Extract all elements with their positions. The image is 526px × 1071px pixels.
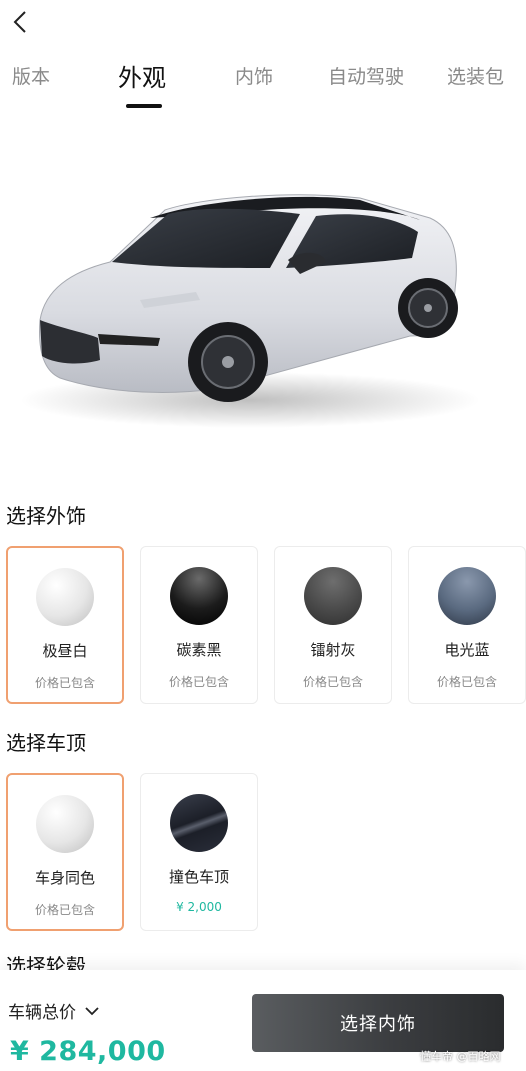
active-tab-indicator bbox=[126, 104, 162, 108]
option-name: 电光蓝 bbox=[444, 641, 490, 659]
select-interior-button[interactable]: 选择内饰 bbox=[252, 994, 504, 1052]
tab-bar: 版本 外观 内饰 自动驾驶 选装包 bbox=[0, 62, 526, 110]
option-name: 碳素黑 bbox=[176, 641, 222, 659]
option-name: 极昼白 bbox=[42, 642, 88, 660]
tab-exterior[interactable]: 外观 bbox=[118, 58, 166, 93]
exterior-option-blue[interactable]: 电光蓝 价格已包含 bbox=[408, 546, 526, 704]
color-swatch bbox=[36, 568, 94, 626]
color-swatch bbox=[170, 567, 228, 625]
option-price: 价格已包含 bbox=[34, 903, 95, 917]
color-swatch bbox=[170, 794, 228, 852]
total-price-value: ¥ 284,000 bbox=[10, 1036, 166, 1067]
option-name: 镭射灰 bbox=[310, 641, 356, 659]
roof-option-body-color[interactable]: 车身同色 价格已包含 bbox=[6, 773, 124, 931]
exterior-section-title: 选择外饰 bbox=[6, 504, 86, 528]
option-price: 价格已包含 bbox=[302, 675, 363, 689]
chevron-down-icon bbox=[85, 1006, 99, 1015]
color-swatch bbox=[36, 795, 94, 853]
exterior-option-white[interactable]: 极昼白 价格已包含 bbox=[6, 546, 124, 704]
tab-interior[interactable]: 内饰 bbox=[235, 62, 273, 89]
color-swatch bbox=[304, 567, 362, 625]
option-price: 价格已包含 bbox=[34, 676, 95, 690]
roof-options: 车身同色 价格已包含 撞色车顶 ¥ 2,000 bbox=[6, 773, 258, 931]
watermark: 懂车帝 @百略网 bbox=[420, 1050, 501, 1063]
option-price: 价格已包含 bbox=[436, 675, 497, 689]
total-price-toggle[interactable]: 车辆总价 bbox=[8, 998, 100, 1023]
bottom-bar: 车辆总价 ¥ 284,000 选择内饰 懂车帝 @百略网 bbox=[0, 970, 526, 1071]
roof-section-title: 选择车顶 bbox=[6, 731, 86, 755]
option-name: 撞色车顶 bbox=[168, 868, 229, 886]
total-price-label: 车辆总价 bbox=[8, 1003, 76, 1023]
tab-version[interactable]: 版本 bbox=[12, 62, 50, 89]
wheels-section-title: 选择轮毂 bbox=[6, 954, 86, 970]
option-price: 价格已包含 bbox=[168, 675, 229, 689]
roof-option-contrast[interactable]: 撞色车顶 ¥ 2,000 bbox=[140, 773, 258, 931]
tab-autopilot[interactable]: 自动驾驶 bbox=[328, 62, 404, 89]
exterior-option-gray[interactable]: 镭射灰 价格已包含 bbox=[274, 546, 392, 704]
chevron-left-icon bbox=[13, 11, 26, 33]
exterior-option-black[interactable]: 碳素黑 价格已包含 bbox=[140, 546, 258, 704]
color-swatch bbox=[438, 567, 496, 625]
option-price: ¥ 2,000 bbox=[176, 900, 222, 914]
car-image bbox=[0, 150, 526, 450]
option-name: 车身同色 bbox=[34, 869, 95, 887]
exterior-options: 极昼白 价格已包含 碳素黑 价格已包含 镭射灰 价格已包含 电光蓝 价格已包含 bbox=[6, 546, 526, 704]
back-button[interactable] bbox=[6, 8, 34, 36]
tab-options[interactable]: 选装包 bbox=[447, 62, 504, 89]
